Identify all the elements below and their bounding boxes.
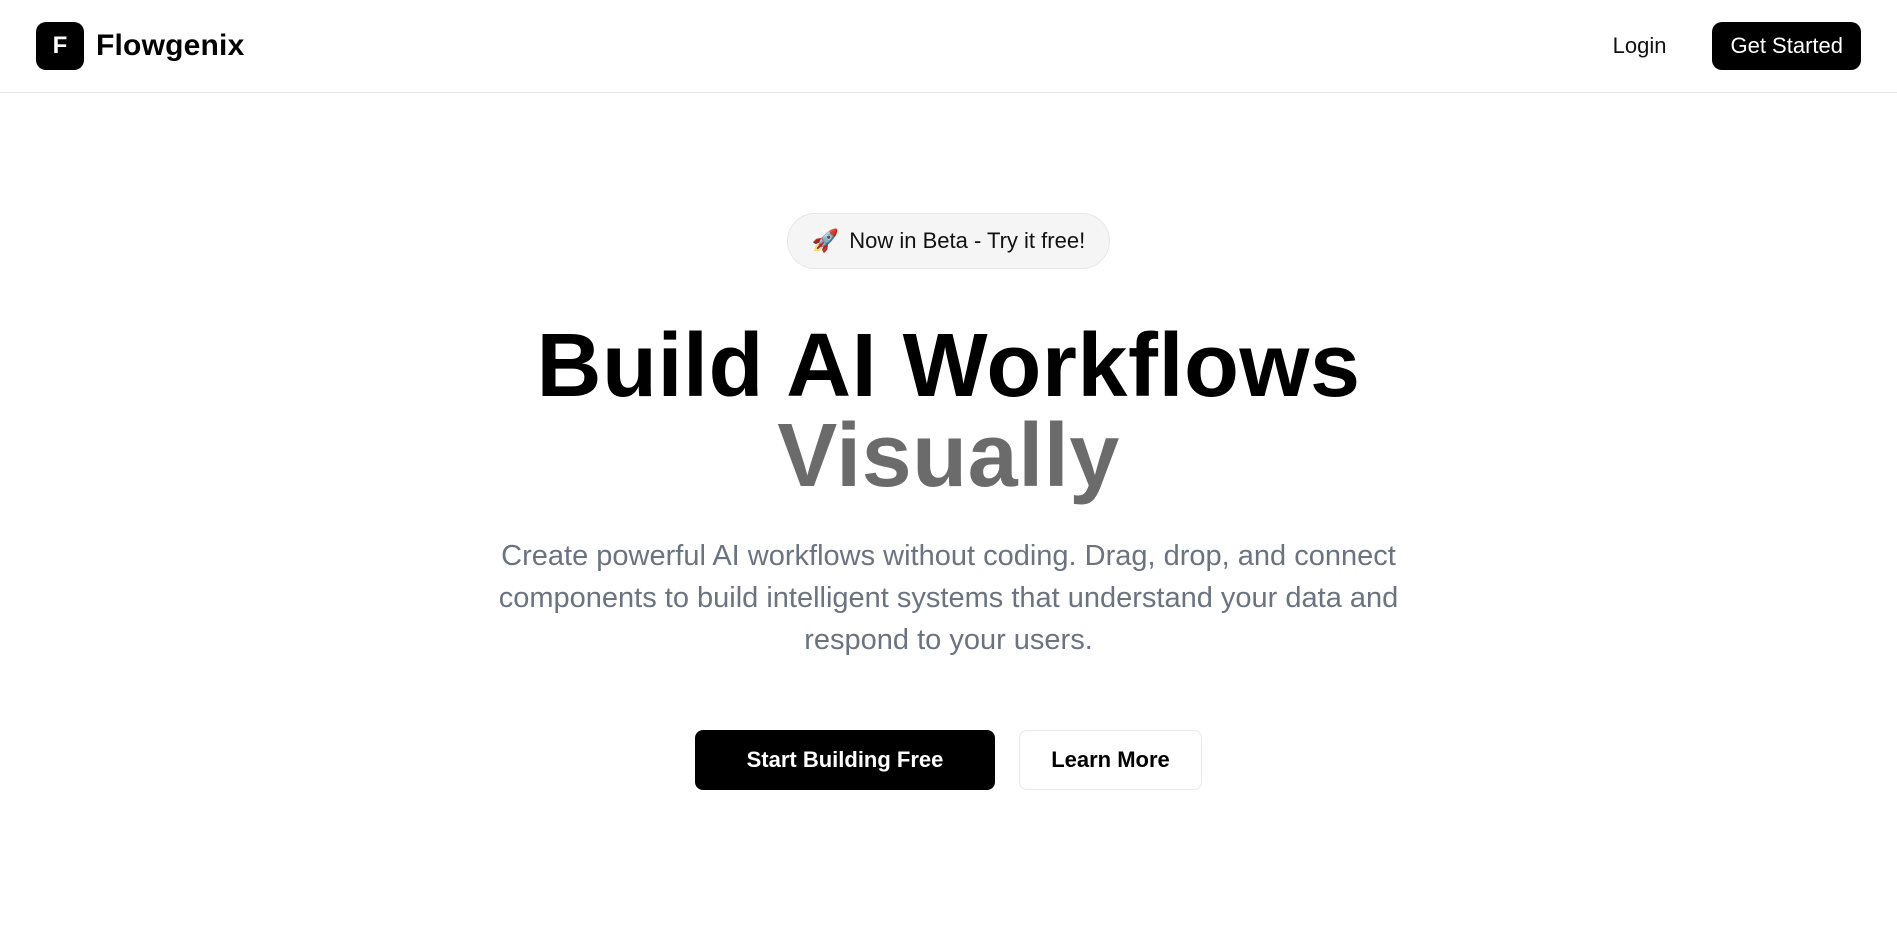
- hero-description: Create powerful AI workflows without cod…: [498, 540, 1399, 656]
- nav-actions: Login Get Started: [1607, 22, 1861, 70]
- cta-row: Start Building Free Learn More: [695, 730, 1202, 790]
- learn-more-button[interactable]: Learn More: [1019, 730, 1202, 790]
- beta-badge[interactable]: 🚀 Now in Beta - Try it free!: [786, 213, 1111, 269]
- login-button[interactable]: Login: [1607, 32, 1673, 60]
- beta-badge-text: Now in Beta - Try it free!: [849, 228, 1086, 253]
- start-building-free-button[interactable]: Start Building Free: [695, 730, 995, 790]
- get-started-button[interactable]: Get Started: [1712, 22, 1861, 70]
- headline-line-2: Visually: [777, 406, 1120, 506]
- logo-icon: F: [36, 22, 84, 70]
- brand-home-link[interactable]: F Flowgenix: [36, 22, 244, 70]
- top-navbar: F Flowgenix Login Get Started: [0, 0, 1897, 93]
- hero-section: 🚀 Now in Beta - Try it free! Build AI Wo…: [0, 93, 1897, 790]
- brand-name: Flowgenix: [96, 29, 245, 62]
- rocket-icon: 🚀: [811, 228, 840, 253]
- headline-line-1: Build AI Workflows: [536, 316, 1361, 416]
- hero-headline: Build AI Workflows Visually: [536, 321, 1360, 501]
